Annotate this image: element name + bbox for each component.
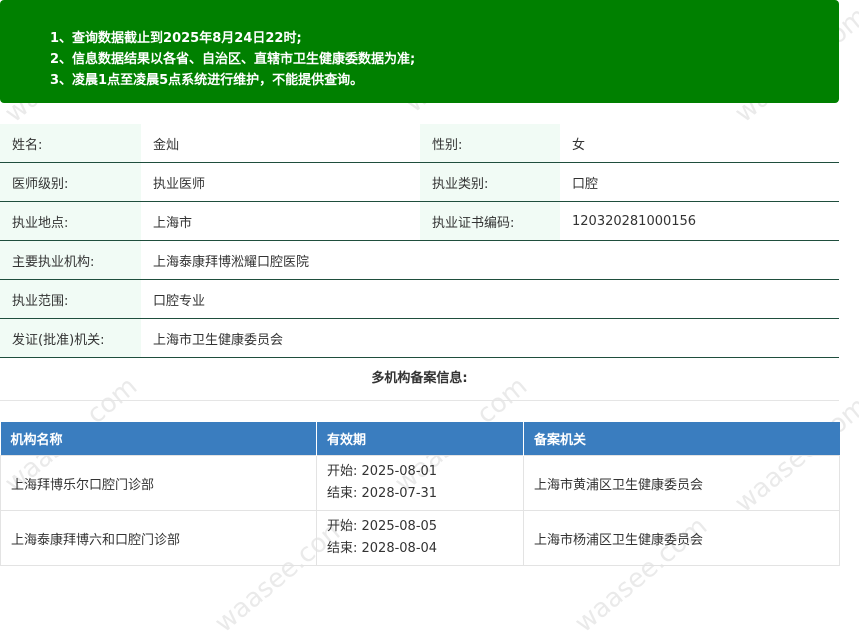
name-value: 金灿 bbox=[141, 124, 420, 163]
location-label: 执业地点: bbox=[0, 201, 141, 241]
level-value: 执业医师 bbox=[141, 162, 420, 202]
location-value: 上海市 bbox=[141, 201, 420, 241]
header-authority: 备案机关 bbox=[523, 422, 840, 456]
query-notice-banner: 1、查询数据截止到2025年8月24日22时; 2、信息数据结果以各省、自治区、… bbox=[0, 0, 839, 103]
multi-org-table: 机构名称 有效期 备案机关 上海拜博乐尔口腔门诊部 开始: 2025-08-01… bbox=[0, 422, 840, 566]
level-label: 医师级别: bbox=[0, 162, 141, 202]
info-row: 发证(批准)机关: 上海市卫生健康委员会 bbox=[0, 318, 839, 358]
notice-line-3: 3、凌晨1点至凌晨5点系统进行维护，不能提供查询。 bbox=[50, 73, 364, 88]
validity-end: 结束: 2028-07-31 bbox=[327, 486, 438, 501]
table-row: 上海泰康拜博六和口腔门诊部 开始: 2025-08-05 结束: 2028-08… bbox=[0, 510, 840, 566]
table-row: 上海拜博乐尔口腔门诊部 开始: 2025-08-01 结束: 2028-07-3… bbox=[0, 455, 840, 511]
table-header-row: 机构名称 有效期 备案机关 bbox=[0, 422, 840, 456]
scope-label: 执业范围: bbox=[0, 279, 141, 319]
issuer-label: 发证(批准)机关: bbox=[0, 318, 141, 358]
category-label: 执业类别: bbox=[420, 162, 560, 202]
main-org-value: 上海泰康拜博淞耀口腔医院 bbox=[141, 240, 839, 280]
org-name-cell: 上海拜博乐尔口腔门诊部 bbox=[0, 455, 317, 511]
header-validity: 有效期 bbox=[316, 422, 524, 456]
notice-line-2: 2、信息数据结果以各省、自治区、直辖市卫生健康委数据为准; bbox=[50, 52, 416, 67]
cert-number-value: 120320281000156 bbox=[560, 201, 839, 241]
validity-start: 开始: 2025-08-05 bbox=[327, 519, 438, 534]
name-label: 姓名: bbox=[0, 124, 141, 163]
issuer-value: 上海市卫生健康委员会 bbox=[141, 318, 839, 358]
header-org-name: 机构名称 bbox=[0, 422, 317, 456]
notice-line-1: 1、查询数据截止到2025年8月24日22时; bbox=[50, 31, 302, 46]
gender-value: 女 bbox=[560, 124, 839, 163]
validity-start: 开始: 2025-08-01 bbox=[327, 464, 438, 479]
validity-end: 结束: 2028-08-04 bbox=[327, 541, 438, 556]
gender-label: 性别: bbox=[420, 124, 560, 163]
scope-value: 口腔专业 bbox=[141, 279, 839, 319]
cert-number-label: 执业证书编码: bbox=[420, 201, 560, 241]
info-row: 医师级别: 执业医师 执业类别: 口腔 bbox=[0, 162, 839, 202]
validity-cell: 开始: 2025-08-05 结束: 2028-08-04 bbox=[316, 510, 524, 566]
org-name-cell: 上海泰康拜博六和口腔门诊部 bbox=[0, 510, 317, 566]
doctor-info-table: 姓名: 金灿 性别: 女 医师级别: 执业医师 执业类别: 口腔 执业地点: 上… bbox=[0, 124, 839, 358]
info-row: 执业范围: 口腔专业 bbox=[0, 279, 839, 319]
authority-cell: 上海市杨浦区卫生健康委员会 bbox=[523, 510, 840, 566]
category-value: 口腔 bbox=[560, 162, 839, 202]
info-row: 主要执业机构: 上海泰康拜博淞耀口腔医院 bbox=[0, 240, 839, 280]
multi-org-title: 多机构备案信息: bbox=[0, 358, 839, 401]
info-row: 执业地点: 上海市 执业证书编码: 120320281000156 bbox=[0, 201, 839, 241]
info-row: 姓名: 金灿 性别: 女 bbox=[0, 124, 839, 163]
validity-cell: 开始: 2025-08-01 结束: 2028-07-31 bbox=[316, 455, 524, 511]
authority-cell: 上海市黄浦区卫生健康委员会 bbox=[523, 455, 840, 511]
main-org-label: 主要执业机构: bbox=[0, 240, 141, 280]
